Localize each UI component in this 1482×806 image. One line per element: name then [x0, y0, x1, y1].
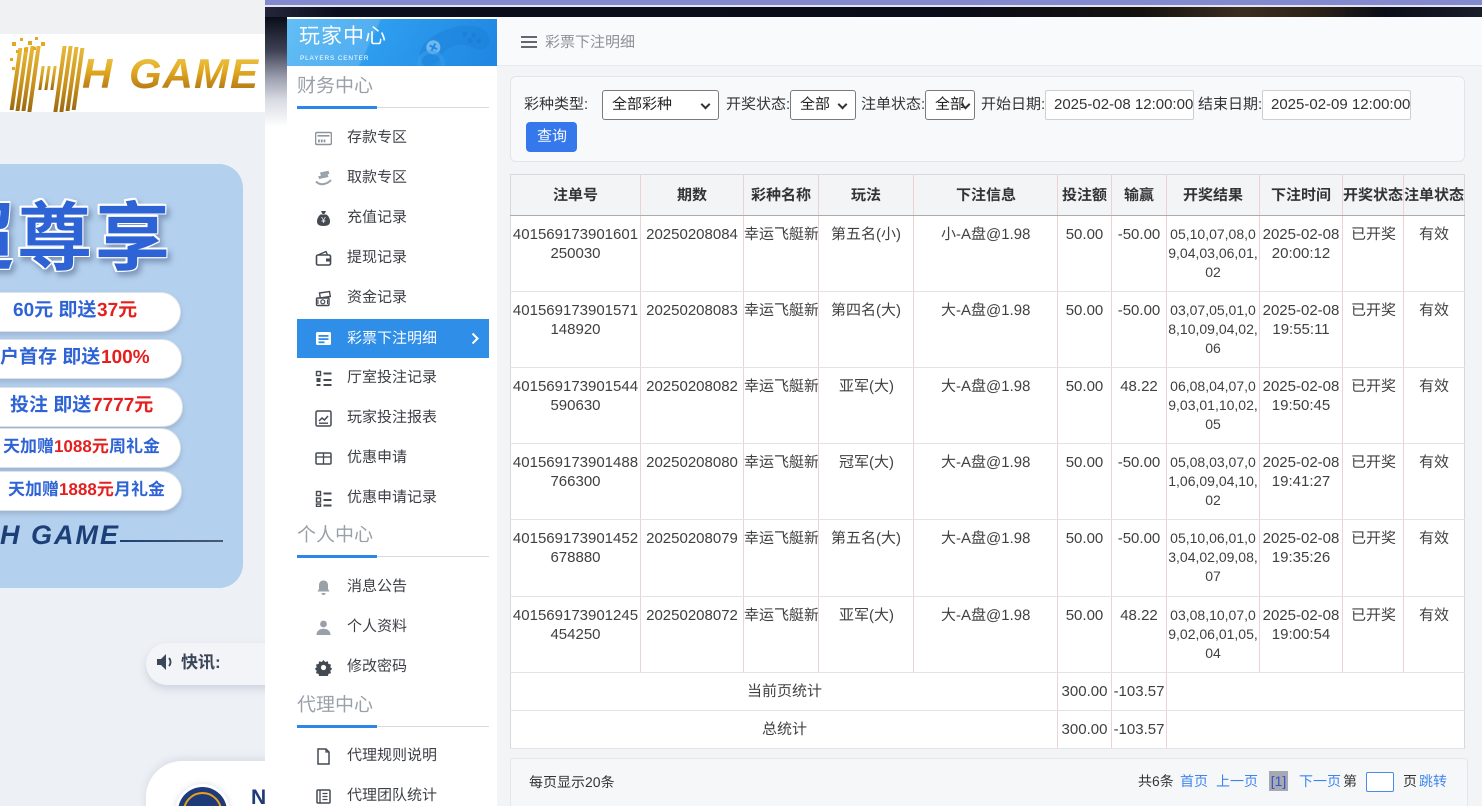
svg-text:¥: ¥ [320, 216, 326, 225]
